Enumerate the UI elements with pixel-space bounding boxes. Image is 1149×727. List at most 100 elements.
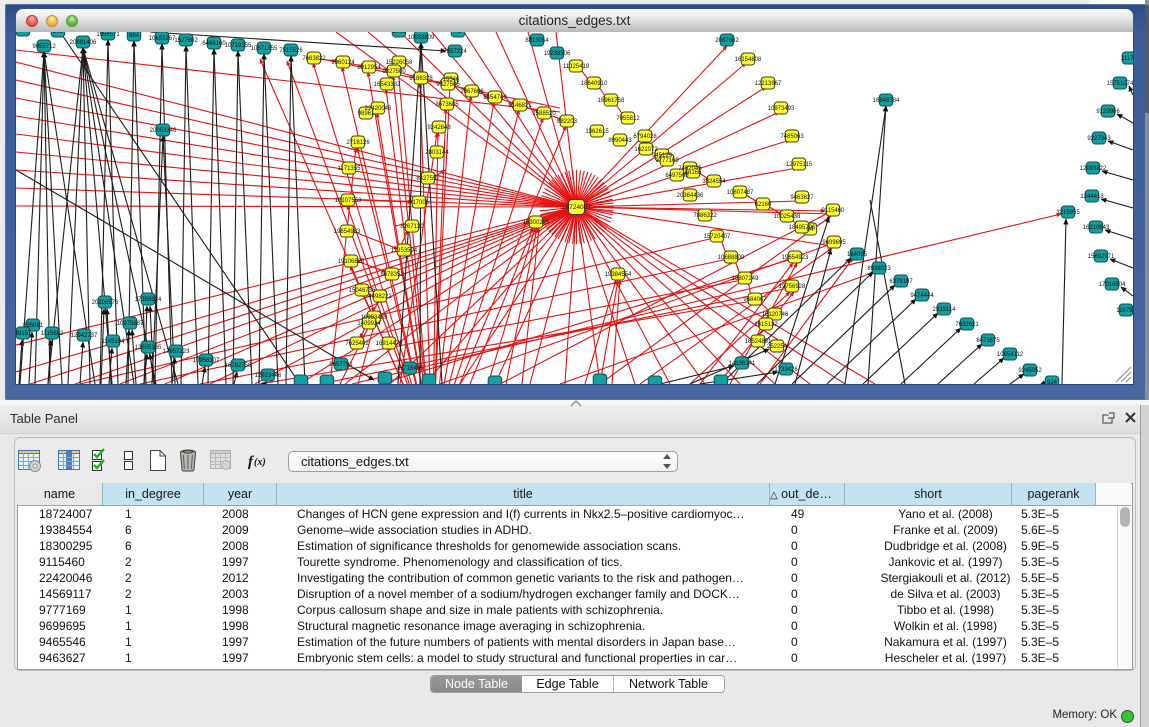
svg-text:17957223: 17957223 <box>163 349 190 355</box>
svg-text:252254: 252254 <box>767 344 788 350</box>
svg-text:20206576: 20206576 <box>92 300 119 306</box>
svg-text:8454749: 8454749 <box>483 95 507 101</box>
svg-text:12093822: 12093822 <box>1080 166 1107 172</box>
svg-text:20053346: 20053346 <box>150 128 177 134</box>
svg-text:9960124: 9960124 <box>331 60 355 66</box>
svg-text:16543382: 16543382 <box>374 82 401 88</box>
svg-text:1362615: 1362615 <box>585 129 609 135</box>
svg-text:6794028: 6794028 <box>633 134 657 140</box>
svg-text:9055712: 9055712 <box>32 44 56 50</box>
svg-text:11325419: 11325419 <box>563 64 590 70</box>
svg-text:8186328: 8186328 <box>409 76 433 82</box>
svg-text:7357224: 7357224 <box>443 49 467 55</box>
svg-text:15720407: 15720407 <box>704 234 731 240</box>
svg-text:882203: 882203 <box>557 119 578 125</box>
svg-text:16961758: 16961758 <box>598 98 625 104</box>
svg-text:3215955: 3215955 <box>1056 210 1080 216</box>
svg-text:9777169: 9777169 <box>655 158 679 164</box>
svg-text:6379197: 6379197 <box>889 279 913 285</box>
svg-text:10033809: 10033809 <box>408 35 435 41</box>
svg-text:39157: 39157 <box>16 331 32 337</box>
svg-text:15692971: 15692971 <box>1088 254 1115 260</box>
svg-text:11172: 11172 <box>1121 56 1133 62</box>
svg-text:3824554: 3824554 <box>702 179 726 185</box>
svg-text:13505135: 13505135 <box>135 345 162 351</box>
svg-text:1115682: 1115682 <box>41 331 64 337</box>
svg-text:17016504: 17016504 <box>1099 282 1126 288</box>
svg-text:10688809: 10688809 <box>718 255 745 261</box>
svg-text:3673685: 3673685 <box>435 102 459 108</box>
svg-text:9474444: 9474444 <box>910 293 934 299</box>
svg-text:917006: 917006 <box>409 200 430 206</box>
svg-text:98961: 98961 <box>358 111 375 117</box>
svg-text:14136141: 14136141 <box>729 361 756 367</box>
svg-text:12942737: 12942737 <box>71 333 98 339</box>
svg-text:10975887: 10975887 <box>117 321 144 327</box>
svg-text:19654983: 19654983 <box>334 229 361 235</box>
svg-text:7955812: 7955812 <box>616 116 640 122</box>
svg-text:16210643: 16210643 <box>1083 225 1110 231</box>
svg-text:16154808: 16154808 <box>735 57 762 63</box>
svg-text:12923446: 12923446 <box>255 373 282 379</box>
svg-text:10671355: 10671355 <box>251 46 278 52</box>
svg-text:10653267: 10653267 <box>149 36 176 42</box>
svg-text:8427552: 8427552 <box>416 176 440 182</box>
svg-text:1527602: 1527602 <box>174 38 198 44</box>
svg-text:15716485: 15716485 <box>397 366 424 372</box>
svg-text:73: 73 <box>455 32 462 35</box>
svg-text:12975115: 12975115 <box>786 162 813 168</box>
svg-text:9227343: 9227343 <box>1087 136 1111 142</box>
svg-text:20364436: 20364436 <box>677 193 704 199</box>
svg-text:2803144: 2803144 <box>425 150 449 156</box>
svg-text:19238506: 19238506 <box>544 51 571 57</box>
svg-text:16120746: 16120746 <box>762 312 789 318</box>
svg-text:4498222: 4498222 <box>368 294 392 300</box>
svg-text:10025438: 10025438 <box>774 214 801 220</box>
svg-text:8267130: 8267130 <box>400 224 424 230</box>
svg-text:16782759: 16782759 <box>225 363 252 369</box>
svg-text:9245052: 9245052 <box>1018 368 1042 374</box>
svg-text:18724007: 18724007 <box>562 204 591 211</box>
svg-text:2867608: 2867608 <box>460 89 484 95</box>
svg-text:2935114: 2935114 <box>933 307 957 313</box>
svg-text:1409934: 1409934 <box>357 321 381 327</box>
svg-text:1733426: 1733426 <box>774 367 798 373</box>
svg-text:8938923: 8938923 <box>867 266 891 272</box>
svg-text:1588520: 1588520 <box>532 111 556 117</box>
svg-text:10807487: 10807487 <box>727 190 754 196</box>
svg-text:19654923: 19654923 <box>782 255 809 261</box>
svg-text:15751074: 15751074 <box>1107 81 1133 87</box>
svg-text:18495796: 18495796 <box>789 225 816 231</box>
svg-text:1854550: 1854550 <box>16 32 35 34</box>
svg-text:7886322: 7886322 <box>693 213 717 219</box>
svg-text:10973493: 10973493 <box>768 106 795 112</box>
svg-text:205: 205 <box>53 32 64 35</box>
svg-text:2087682: 2087682 <box>715 38 739 44</box>
svg-text:8678352: 8678352 <box>380 272 404 278</box>
svg-text:9684067: 9684067 <box>743 297 767 303</box>
svg-text:19384554: 19384554 <box>605 272 632 278</box>
svg-text:10958107: 10958107 <box>193 358 220 364</box>
svg-text:6466160: 6466160 <box>202 41 226 47</box>
svg-text:924: 924 <box>1047 380 1058 384</box>
svg-text:1244413: 1244413 <box>1080 194 1104 200</box>
svg-text:116753: 116753 <box>1116 308 1133 314</box>
svg-text:12213967: 12213967 <box>755 81 782 87</box>
svg-text:10107553: 10107553 <box>335 198 362 204</box>
svg-text:10654112: 10654112 <box>997 352 1024 358</box>
svg-text:835061: 835061 <box>23 323 44 329</box>
svg-text:19756928: 19756928 <box>779 284 806 290</box>
svg-text:(x): (x) <box>254 457 266 468</box>
svg-text:9242848: 9242848 <box>427 125 451 131</box>
svg-text:7663822: 7663822 <box>302 56 326 62</box>
svg-text:10719155: 10719155 <box>225 43 252 49</box>
svg-text:8912954: 8912954 <box>357 65 381 71</box>
svg-text:9129966: 9129966 <box>1096 109 1120 115</box>
svg-text:7632621: 7632621 <box>955 322 979 328</box>
svg-text:1615132: 1615132 <box>754 322 778 328</box>
svg-text:20691406: 20691406 <box>70 40 97 46</box>
svg-text:17359924: 17359924 <box>135 297 162 303</box>
svg-text:18640910: 18640910 <box>581 81 608 87</box>
svg-text:884: 884 <box>129 33 140 39</box>
svg-text:1956571: 1956571 <box>96 32 120 38</box>
